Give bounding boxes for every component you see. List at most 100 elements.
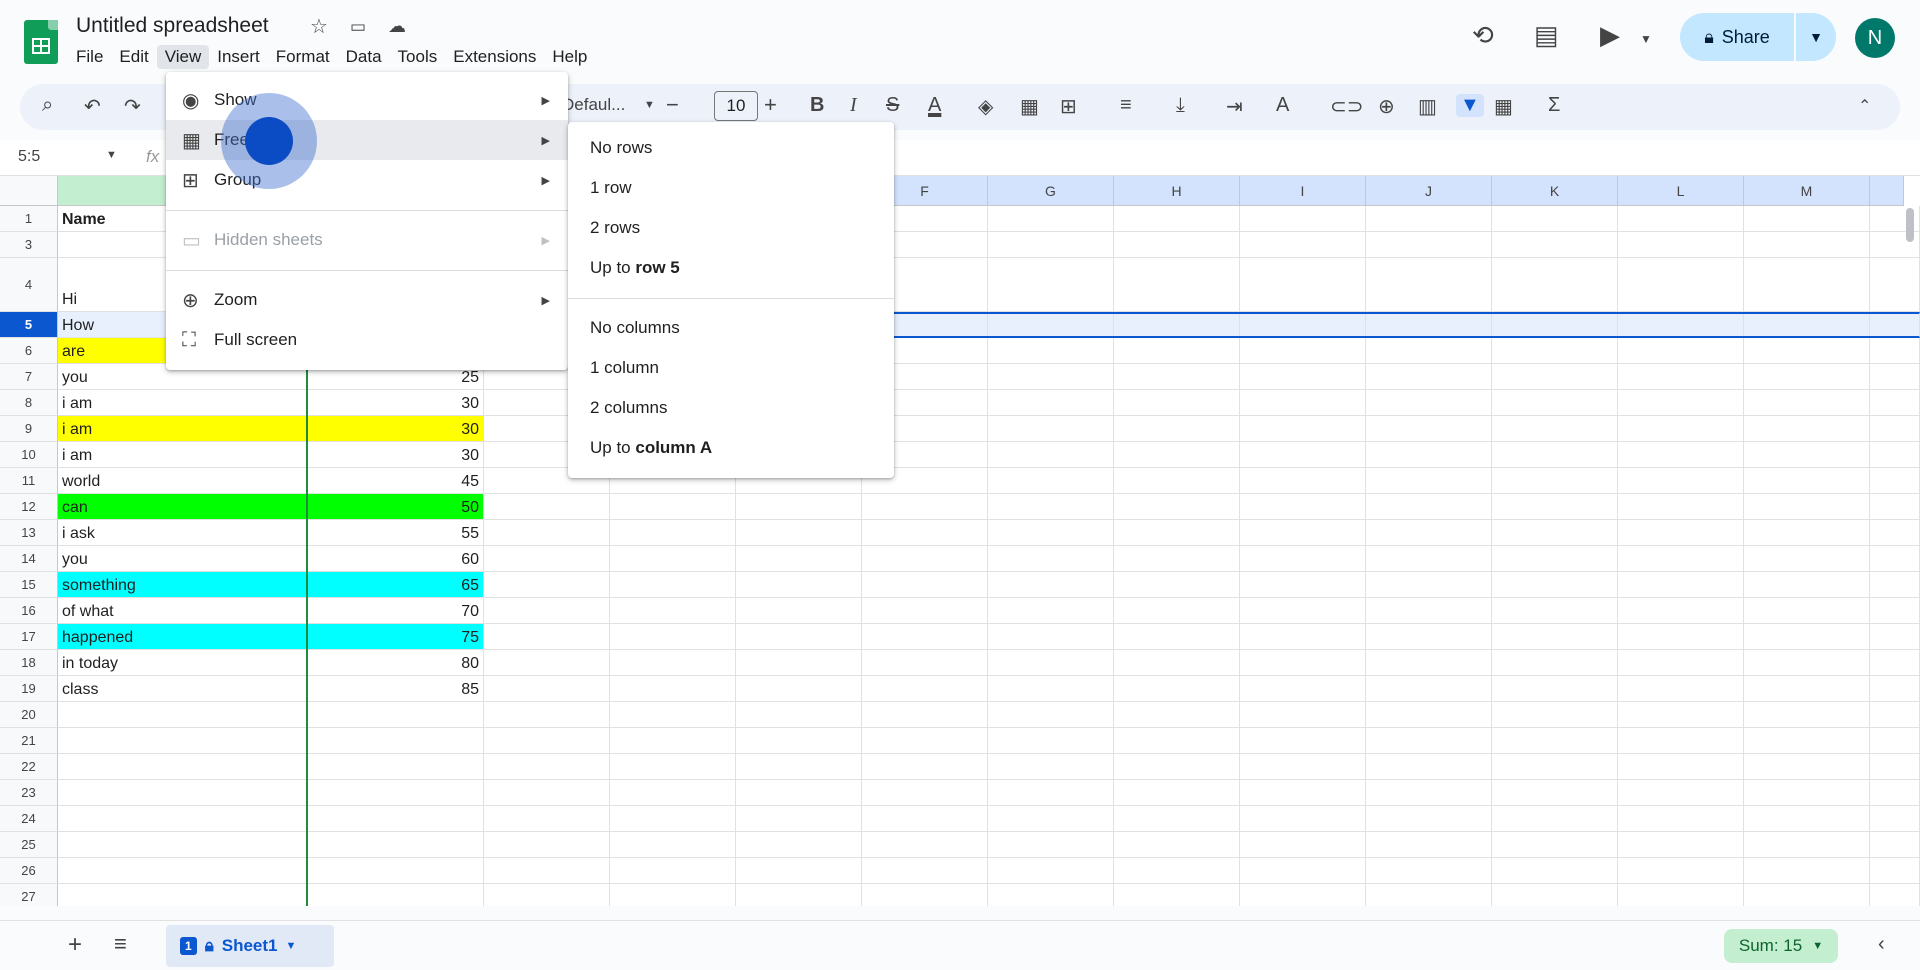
cell-a[interactable]: of what	[58, 598, 308, 624]
row-header[interactable]: 8	[0, 390, 58, 416]
decrease-font-icon[interactable]: −	[666, 92, 679, 118]
row-header[interactable]: 5	[0, 312, 58, 338]
row-header[interactable]: 19	[0, 676, 58, 702]
menu-insert[interactable]: Insert	[209, 45, 268, 69]
menu-edit[interactable]: Edit	[111, 45, 156, 69]
font-family-dropdown-icon[interactable]: ▼	[644, 99, 655, 111]
cell-a[interactable]: can	[58, 494, 308, 520]
insert-chart-icon[interactable]: ▥	[1418, 94, 1437, 119]
row-header[interactable]: 3	[0, 232, 58, 258]
freeze-1-row[interactable]: 1 row	[568, 168, 894, 208]
all-sheets-icon[interactable]: ≡	[114, 931, 127, 957]
comments-icon[interactable]: ▤	[1534, 20, 1559, 51]
cell-b[interactable]: 70	[308, 598, 484, 624]
view-menu-full-screen[interactable]: ⛶ Full screen	[166, 320, 568, 360]
text-wrapping-icon[interactable]: ⇥	[1226, 94, 1243, 119]
menu-view[interactable]: View	[156, 45, 210, 69]
cell-a[interactable]: happened	[58, 624, 308, 650]
freeze-no-columns[interactable]: No columns	[568, 308, 894, 348]
cell-b[interactable]: 65	[308, 572, 484, 598]
freeze-no-rows[interactable]: No rows	[568, 128, 894, 168]
version-history-icon[interactable]: ⟲	[1472, 20, 1494, 51]
row-header[interactable]: 6	[0, 338, 58, 364]
view-menu-show[interactable]: ◉ Show ▶	[166, 80, 568, 120]
avatar[interactable]: N	[1855, 18, 1895, 58]
row-header[interactable]: 17	[0, 624, 58, 650]
increase-font-icon[interactable]: +	[764, 92, 777, 118]
row-header[interactable]: 20	[0, 702, 58, 728]
cloud-status-icon[interactable]: ☁	[388, 16, 406, 37]
freeze-up-to-row[interactable]: Up to row 5	[568, 248, 894, 288]
cell-a[interactable]	[58, 728, 308, 754]
cell-a[interactable]	[58, 832, 308, 858]
empty-cells-row[interactable]	[484, 546, 1920, 572]
cell-b[interactable]	[308, 702, 484, 728]
view-menu-zoom[interactable]: ⊕ Zoom ▶	[166, 280, 568, 320]
font-size-input[interactable]: 10	[714, 91, 758, 121]
column-header-n[interactable]	[1870, 176, 1904, 206]
functions-icon[interactable]: Σ	[1548, 94, 1560, 117]
text-color-icon[interactable]: A	[928, 94, 941, 117]
empty-cells-row[interactable]	[484, 858, 1920, 884]
vertical-scrollbar-thumb[interactable]	[1906, 208, 1914, 242]
empty-cells-row[interactable]	[484, 780, 1920, 806]
cell-b[interactable]	[308, 780, 484, 806]
view-menu-group[interactable]: ⊞ Group ▶	[166, 160, 568, 200]
meet-camera-icon[interactable]: ▶	[1600, 20, 1620, 51]
cell-a[interactable]	[58, 806, 308, 832]
row-header[interactable]: 23	[0, 780, 58, 806]
row-header[interactable]: 25	[0, 832, 58, 858]
empty-cells-row[interactable]	[484, 806, 1920, 832]
cell-b[interactable]: 45	[308, 468, 484, 494]
cell-a[interactable]	[58, 780, 308, 806]
document-title[interactable]: Untitled spreadsheet	[76, 14, 269, 38]
row-header[interactable]: 24	[0, 806, 58, 832]
menu-extensions[interactable]: Extensions	[445, 45, 544, 69]
insert-link-icon[interactable]: ⊂⊃	[1330, 94, 1364, 119]
cell-b[interactable]	[308, 806, 484, 832]
freeze-up-to-column[interactable]: Up to column A	[568, 428, 894, 468]
empty-cells-row[interactable]	[484, 754, 1920, 780]
column-header-k[interactable]: K	[1492, 176, 1618, 206]
merge-cells-icon[interactable]: ⊞	[1060, 94, 1077, 119]
row-header[interactable]: 16	[0, 598, 58, 624]
insert-comment-icon[interactable]: ⊕	[1378, 94, 1395, 119]
cell-b[interactable]: 80	[308, 650, 484, 676]
cell-b[interactable]: 50	[308, 494, 484, 520]
empty-cells-row[interactable]	[484, 520, 1920, 546]
horizontal-align-icon[interactable]: ≡	[1120, 94, 1132, 117]
menu-file[interactable]: File	[68, 45, 111, 69]
column-header-l[interactable]: L	[1618, 176, 1744, 206]
filter-icon[interactable]: ▼	[1456, 94, 1484, 117]
cell-a[interactable]: world	[58, 468, 308, 494]
name-box-dropdown-icon[interactable]: ▼	[106, 149, 117, 161]
star-icon[interactable]: ☆	[310, 14, 328, 39]
column-header-h[interactable]: H	[1114, 176, 1240, 206]
fill-color-icon[interactable]: ◈	[978, 94, 993, 119]
empty-cells-row[interactable]	[484, 624, 1920, 650]
cell-a[interactable]	[58, 858, 308, 884]
select-all-corner[interactable]	[0, 176, 58, 206]
column-header-g[interactable]: G	[988, 176, 1114, 206]
cell-a[interactable]	[58, 702, 308, 728]
undo-icon[interactable]: ↶	[84, 94, 101, 119]
row-header[interactable]: 10	[0, 442, 58, 468]
cell-a[interactable]: class	[58, 676, 308, 702]
column-header-i[interactable]: I	[1240, 176, 1366, 206]
share-button[interactable]: 🔒︎ Share	[1680, 13, 1794, 61]
sheet-tab[interactable]: 1 🔒︎ Sheet1 ▼	[166, 925, 334, 967]
redo-icon[interactable]: ↷	[124, 94, 141, 119]
menu-help[interactable]: Help	[544, 45, 595, 69]
freeze-2-columns[interactable]: 2 columns	[568, 388, 894, 428]
menu-tools[interactable]: Tools	[390, 45, 446, 69]
row-header[interactable]: 26	[0, 858, 58, 884]
move-folder-icon[interactable]: ▭	[350, 17, 366, 37]
name-box[interactable]: 5:5	[18, 148, 40, 166]
row-header[interactable]: 27	[0, 884, 58, 906]
column-header-m[interactable]: M	[1744, 176, 1870, 206]
row-header[interactable]: 21	[0, 728, 58, 754]
cell-a[interactable]: i ask	[58, 520, 308, 546]
empty-cells-row[interactable]	[484, 494, 1920, 520]
cell-b[interactable]: 30	[308, 416, 484, 442]
empty-cells-row[interactable]	[484, 598, 1920, 624]
